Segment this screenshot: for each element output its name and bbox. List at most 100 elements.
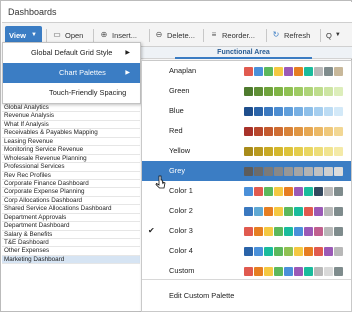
palette-item-color-3[interactable]: ✔ Color 3 [142,221,351,241]
title-bar: Dashboards [2,2,352,23]
color-swatch [274,207,283,216]
palette-item-color-4[interactable]: Color 4 [142,241,351,261]
color-swatch [304,107,313,116]
dashboard-list: Global Analytics Revenue Analysis What If … [2,104,140,265]
palette-item-anaplan[interactable]: Anaplan [142,61,351,81]
reorder-button-label: Reorder... [222,30,255,40]
edit-custom-palette-item[interactable]: Edit Custom Palette [169,291,234,300]
list-item[interactable]: Shared Service Allocations Dashboard [2,205,140,214]
menu-item-global-default-grid-style[interactable]: Global Default Grid Style ▶ [3,43,140,63]
color-swatch [284,67,293,76]
color-swatch [324,167,333,176]
list-item[interactable]: Corporate Finance Dashboard [2,179,140,189]
color-swatch [264,187,273,196]
delete-button[interactable]: ⊖ Delete... [154,26,195,44]
reorder-button[interactable]: ≡ Reorder... [209,26,255,44]
toolbar-divider [203,29,204,42]
color-swatch [314,187,323,196]
color-swatch [324,227,333,236]
color-swatch [274,107,283,116]
color-swatch [324,107,333,116]
color-swatch [294,67,303,76]
list-item[interactable]: T&E Dashboard [2,239,140,248]
checkmark-icon: ✔ [148,226,155,235]
menu-item-label: Touch-Friendly Spacing [49,88,127,97]
list-item[interactable]: Wholesale Revenue Planning [2,154,140,164]
color-swatch [244,87,253,96]
color-swatch [264,267,273,276]
refresh-button[interactable]: ↻ Refresh [271,26,311,44]
color-swatch [304,87,313,96]
color-swatch [244,67,253,76]
insert-icon: ⊕ [100,30,108,39]
color-swatch [314,207,323,216]
color-swatch [274,167,283,176]
palette-swatches [244,147,343,156]
palette-label: Anaplan [169,66,197,75]
palette-item-blue[interactable]: Blue [142,101,351,121]
color-swatch [254,87,263,96]
list-item[interactable]: Rev Rec Profiles [2,171,140,180]
refresh-button-label: Refresh [284,30,311,40]
toolbar-divider [46,29,47,42]
color-swatch [244,127,253,136]
list-item[interactable]: Department Approvals [2,213,140,223]
palette-item-yellow[interactable]: Yellow [142,141,351,161]
list-item[interactable]: Receivables & Payables Mapping [2,129,140,138]
color-swatch [294,127,303,136]
list-item[interactable]: Monitoring Service Revenue [2,146,140,155]
color-swatch [304,147,313,156]
color-swatch [274,127,283,136]
list-item[interactable]: Department Dashboard [2,222,140,231]
color-swatch [254,107,263,116]
list-item[interactable]: Corporate Expense Planning [2,188,140,197]
color-swatch [244,247,253,256]
color-swatch [314,127,323,136]
toolbar-divider [320,29,321,42]
list-item[interactable]: Revenue Analysis [2,112,140,121]
color-swatch [274,67,283,76]
search-button[interactable]: Q ▼ [326,26,341,44]
list-item[interactable]: Salary & Benefits [2,230,140,239]
toolbar-divider [266,29,267,42]
list-item[interactable]: Marketing Dashboard [2,255,140,265]
palette-swatches [244,67,343,76]
color-swatch [284,267,293,276]
menu-item-touch-friendly-spacing[interactable]: Touch-Friendly Spacing [3,83,140,103]
chevron-down-icon: ▼ [30,32,37,38]
palette-item-red[interactable]: Red [142,121,351,141]
window-title: Dashboards [8,7,57,17]
color-swatch [324,67,333,76]
color-swatch [324,247,333,256]
list-item[interactable]: What If Analysis [2,120,140,130]
functional-area-column-header[interactable]: Functional Area [175,47,312,59]
list-item[interactable]: Other Expenses [2,247,140,256]
list-item[interactable]: Global Analytics [2,104,140,113]
palette-item-custom[interactable]: Custom [142,261,351,281]
palette-item-green[interactable]: Green [142,81,351,101]
palette-swatches [244,87,343,96]
color-swatch [314,147,323,156]
list-item[interactable]: Leasing Revenue [2,137,140,147]
color-swatch [304,207,313,216]
reorder-icon: ≡ [211,30,217,39]
color-swatch [264,207,273,216]
chevron-right-icon: ▶ [125,50,130,56]
refresh-icon: ↻ [272,30,280,39]
palette-label: Color 3 [169,226,193,235]
palette-item-color-2[interactable]: Color 2 [142,201,351,221]
list-item[interactable]: Corp Allocations Dashboard [2,196,140,206]
color-swatch [284,207,293,216]
color-swatch [244,167,253,176]
palette-item-grey[interactable]: Grey [142,161,351,181]
color-swatch [324,87,333,96]
palette-label: Blue [169,106,184,115]
color-swatch [244,227,253,236]
color-swatch [264,107,273,116]
color-swatch [264,147,273,156]
list-item[interactable]: Professional Services [2,163,140,172]
menu-item-chart-palettes[interactable]: Chart Palettes ▶ [3,63,140,83]
color-swatch [254,267,263,276]
palette-label: Green [169,86,190,95]
palette-item-color-1[interactable]: Color 1 [142,181,351,201]
